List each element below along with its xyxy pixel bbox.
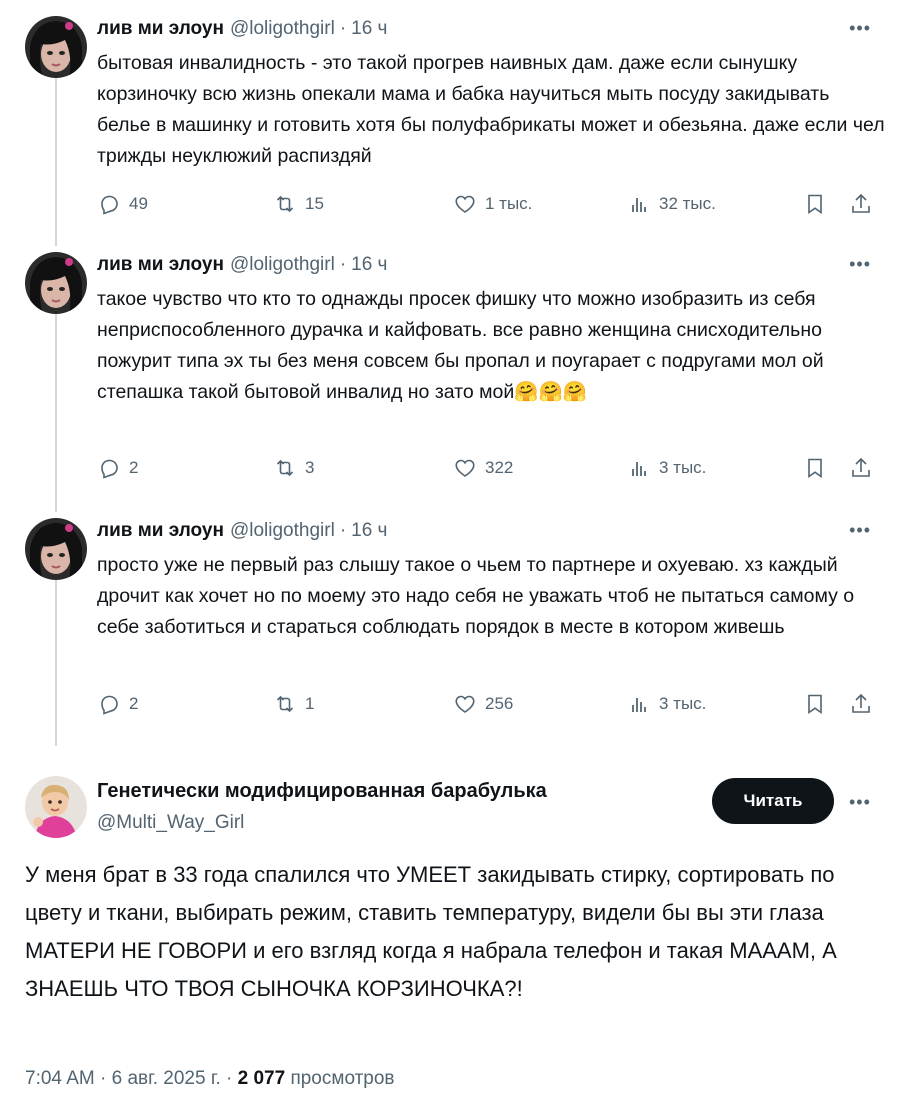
reply-count: 2 bbox=[129, 694, 139, 713]
author-handle[interactable]: @loligothgirl bbox=[230, 18, 335, 40]
tweet-date[interactable]: 6 авг. 2025 г. bbox=[112, 1068, 221, 1089]
views-button[interactable]: 3 тыс. bbox=[627, 456, 706, 480]
tweet[interactable]: лив ми элоун @loligothgirl · 16 ч ••• бы… bbox=[0, 16, 897, 226]
timestamp[interactable]: 16 ч bbox=[351, 254, 387, 276]
separator: · bbox=[339, 18, 347, 39]
repost-count: 1 bbox=[305, 694, 315, 713]
tweet-time[interactable]: 7:04 AM bbox=[25, 1068, 95, 1089]
tweet-header: лив ми элоун @loligothgirl · 16 ч bbox=[97, 252, 387, 278]
separator: · bbox=[339, 254, 347, 275]
avatar[interactable] bbox=[25, 518, 87, 580]
main-tweet-text: У меня брат в 33 года спалился что УМЕЕТ… bbox=[25, 862, 837, 1001]
reply-button[interactable]: 2 bbox=[97, 692, 138, 716]
repost-count: 15 bbox=[305, 194, 324, 213]
like-count: 322 bbox=[485, 458, 514, 477]
views-bar-chart-icon bbox=[632, 198, 646, 212]
like-button[interactable]: 256 bbox=[453, 692, 513, 716]
views-count: 32 тыс. bbox=[659, 194, 716, 213]
timestamp[interactable]: 16 ч bbox=[351, 18, 387, 40]
views-total: 2 077 bbox=[237, 1068, 286, 1089]
heart-icon bbox=[455, 695, 475, 713]
action-bar: 2 1 256 3 тыс. bbox=[97, 692, 877, 716]
share-icon bbox=[852, 457, 870, 477]
like-count: 1 тыс. bbox=[485, 194, 533, 213]
heart-icon bbox=[455, 459, 475, 477]
follow-button[interactable]: Читать bbox=[712, 778, 834, 824]
reply-count: 2 bbox=[129, 458, 139, 477]
more-icon[interactable]: ••• bbox=[849, 792, 871, 813]
repost-button[interactable]: 15 bbox=[273, 192, 324, 216]
tweet-meta: 7:04 AM · 6 авг. 2025 г. · 2 077 просмот… bbox=[25, 1068, 395, 1090]
views-label: просмотров bbox=[290, 1068, 395, 1089]
reply-icon bbox=[101, 195, 118, 215]
views-button[interactable]: 32 тыс. bbox=[627, 192, 716, 216]
share-button[interactable] bbox=[849, 692, 881, 716]
views-bar-chart-icon bbox=[632, 462, 646, 476]
views-count: 3 тыс. bbox=[659, 458, 707, 477]
avatar[interactable] bbox=[25, 16, 87, 78]
reply-button[interactable]: 2 bbox=[97, 456, 138, 480]
action-bar: 49 15 1 тыс. 32 тыс. bbox=[97, 192, 877, 216]
separator: · bbox=[339, 520, 347, 541]
repost-icon bbox=[276, 459, 294, 477]
author-handle[interactable]: @loligothgirl bbox=[230, 520, 335, 542]
repost-button[interactable]: 3 bbox=[273, 456, 314, 480]
reply-button[interactable]: 49 bbox=[97, 192, 148, 216]
share-icon bbox=[852, 693, 870, 713]
tweet[interactable]: лив ми элоун @loligothgirl · 16 ч ••• та… bbox=[0, 252, 897, 492]
quote-author-name[interactable]: Генетически модифицированная барабулька bbox=[97, 780, 547, 803]
tweet-text: такое чувство что кто то однажды просек … bbox=[97, 288, 824, 403]
action-bar: 2 3 322 3 тыс. bbox=[97, 456, 877, 480]
more-icon[interactable]: ••• bbox=[849, 18, 871, 39]
more-icon[interactable]: ••• bbox=[849, 254, 871, 275]
repost-button[interactable]: 1 bbox=[273, 692, 314, 716]
reply-icon bbox=[101, 695, 118, 715]
repost-icon bbox=[276, 195, 294, 213]
repost-icon bbox=[276, 695, 294, 713]
author-name[interactable]: лив ми элоун bbox=[97, 18, 224, 40]
reply-count: 49 bbox=[129, 194, 148, 213]
bookmark-icon bbox=[808, 194, 822, 215]
author-handle[interactable]: @loligothgirl bbox=[230, 254, 335, 276]
bookmark-icon bbox=[808, 694, 822, 715]
timestamp[interactable]: 16 ч bbox=[351, 520, 387, 542]
avatar[interactable] bbox=[25, 252, 87, 314]
views-button[interactable]: 3 тыс. bbox=[627, 692, 706, 716]
like-button[interactable]: 322 bbox=[453, 456, 513, 480]
tweet-header: лив ми элоун @loligothgirl · 16 ч bbox=[97, 518, 387, 544]
bookmark-button[interactable] bbox=[803, 456, 835, 480]
repost-count: 3 bbox=[305, 458, 315, 477]
bookmark-button[interactable] bbox=[803, 192, 835, 216]
views-count: 3 тыс. bbox=[659, 694, 707, 713]
avatar[interactable] bbox=[25, 776, 87, 838]
author-name[interactable]: лив ми элоун bbox=[97, 254, 224, 276]
views-bar-chart-icon bbox=[632, 698, 646, 712]
quote-author-handle[interactable]: @Multi_Way_Girl bbox=[97, 812, 244, 834]
like-button[interactable]: 1 тыс. bbox=[453, 192, 532, 216]
bookmark-icon bbox=[808, 458, 822, 479]
tweet-header: лив ми элоун @loligothgirl · 16 ч bbox=[97, 16, 387, 42]
separator: · bbox=[226, 1068, 233, 1089]
share-button[interactable] bbox=[849, 456, 881, 480]
like-count: 256 bbox=[485, 694, 514, 713]
heart-icon bbox=[455, 195, 475, 213]
more-icon[interactable]: ••• bbox=[849, 520, 871, 541]
reply-icon bbox=[101, 459, 118, 479]
bookmark-button[interactable] bbox=[803, 692, 835, 716]
tweet[interactable]: лив ми элоун @loligothgirl · 16 ч ••• пр… bbox=[0, 518, 897, 728]
tweet-text: просто уже не первый раз слышу такое о ч… bbox=[97, 554, 855, 638]
separator: · bbox=[100, 1068, 107, 1089]
share-icon bbox=[852, 193, 870, 213]
author-name[interactable]: лив ми элоун bbox=[97, 520, 224, 542]
tweet-text: бытовая инвалидность - это такой прогрев… bbox=[97, 52, 885, 167]
share-button[interactable] bbox=[849, 192, 881, 216]
